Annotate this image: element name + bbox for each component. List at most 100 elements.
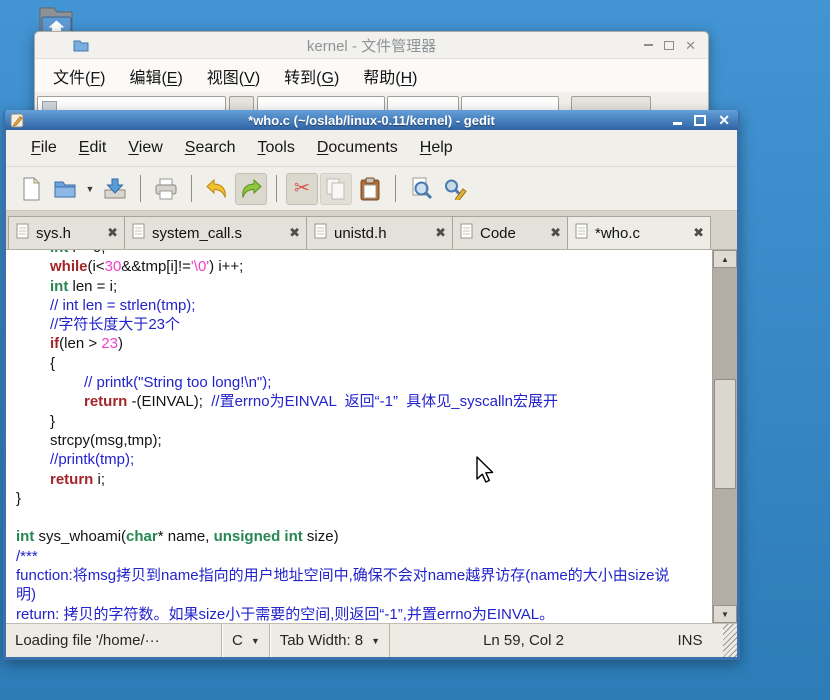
code-line: strcpy(msg,tmp); <box>6 431 712 450</box>
scrollbar-thumb[interactable] <box>714 379 736 489</box>
gedit-title: *who.c (~/oslab/linux-0.11/kernel) - ged… <box>5 113 738 128</box>
open-dropdown-icon[interactable]: ▼ <box>83 173 97 205</box>
code-line: while(i<30&&tmp[i]!='\0') i++; <box>6 257 712 276</box>
tab-label: sys.h <box>36 225 100 242</box>
menu-item-v[interactable]: 视图(V) <box>195 64 272 88</box>
minimize-button[interactable] <box>644 44 653 46</box>
insert-mode-indicator: INS <box>657 632 723 649</box>
gedit-menubar: FileEditViewSearchToolsDocumentsHelp <box>6 130 737 167</box>
code-line-partial: int i = 0; <box>6 250 712 257</box>
code-line: function:将msg拷贝到name指向的用户地址空间中,确保不会对name… <box>6 566 712 585</box>
code-line: // printk("String too long!\n"); <box>6 373 712 392</box>
code-line: return i; <box>6 470 712 489</box>
minimize-button[interactable] <box>673 122 682 125</box>
code-line: //printk(tmp); <box>6 450 712 469</box>
toolbar-separator <box>140 175 141 202</box>
maximize-button[interactable] <box>694 115 706 126</box>
save-button[interactable] <box>99 173 131 205</box>
menu-item-tools[interactable]: Tools <box>246 139 305 157</box>
tab-width-selector[interactable]: Tab Width: 8 ▼ <box>270 624 390 657</box>
code-line: 明) <box>6 585 712 604</box>
text-editor-area[interactable]: int i = 0;while(i<30&&tmp[i]!='\0') i++;… <box>6 250 712 623</box>
code-line: return -(EINVAL); //置errno为EINVAL 返回“-1”… <box>6 392 712 411</box>
tab-label: Code <box>480 225 543 242</box>
tab-label: system_call.s <box>152 225 282 242</box>
chevron-down-icon: ▼ <box>251 636 260 646</box>
tab-label: *who.c <box>595 225 686 242</box>
menu-item-search[interactable]: Search <box>174 139 247 157</box>
status-loading: Loading file '/home/··· <box>6 624 222 657</box>
status-bar: Loading file '/home/··· C ▼ Tab Width: 8… <box>6 623 737 657</box>
tab-who.c[interactable]: *who.c ✖ <box>568 216 711 249</box>
gedit-titlebar[interactable]: *who.c (~/oslab/linux-0.11/kernel) - ged… <box>5 110 738 130</box>
find-button[interactable] <box>405 173 437 205</box>
menu-item-e[interactable]: 编辑(E) <box>117 64 194 88</box>
tab-width-value: Tab Width: 8 <box>280 632 363 649</box>
tab-close-icon[interactable]: ✖ <box>435 225 446 241</box>
menu-item-help[interactable]: Help <box>409 139 464 157</box>
menu-item-documents[interactable]: Documents <box>306 139 409 157</box>
file-manager-title: kernel - 文件管理器 <box>35 35 708 56</box>
menu-item-f[interactable]: 文件(F) <box>41 64 117 88</box>
code-line: } <box>6 412 712 431</box>
copy-button[interactable] <box>320 173 352 205</box>
cut-button[interactable]: ✂ <box>286 173 318 205</box>
scrollbar-track[interactable] <box>713 268 737 605</box>
chevron-down-icon: ▼ <box>371 636 380 646</box>
gedit-toolbar: ▼✂ <box>6 167 737 211</box>
toolbar-separator <box>276 175 277 202</box>
tab-Code[interactable]: Code ✖ <box>453 216 568 249</box>
code-line: int len = i; <box>6 277 712 296</box>
document-icon <box>460 223 473 244</box>
paste-button[interactable] <box>354 173 386 205</box>
menu-item-file[interactable]: File <box>20 139 68 157</box>
menu-item-edit[interactable]: Edit <box>68 139 118 157</box>
close-button[interactable]: ✕ <box>718 113 730 127</box>
file-manager-titlebar[interactable]: kernel - 文件管理器 ✕ <box>35 32 708 59</box>
mouse-cursor <box>474 455 496 490</box>
document-icon <box>16 223 29 244</box>
maximize-button[interactable] <box>664 41 674 50</box>
new-button[interactable] <box>15 173 47 205</box>
document-icon <box>132 223 145 244</box>
tab-close-icon[interactable]: ✖ <box>550 225 561 241</box>
resize-grip[interactable] <box>723 624 737 657</box>
tab-bar: sys.h✖system_call.s✖unistd.h✖Code✖*who.c… <box>6 211 737 250</box>
vertical-scrollbar[interactable]: ▲ ▼ <box>712 250 737 623</box>
menu-item-view[interactable]: View <box>117 139 173 157</box>
tab-label: unistd.h <box>334 225 428 242</box>
code-line: } <box>6 489 712 508</box>
replace-button[interactable] <box>439 173 471 205</box>
undo-button[interactable] <box>201 173 233 205</box>
toolbar-separator <box>191 175 192 202</box>
document-icon <box>314 223 327 244</box>
scroll-down-button[interactable]: ▼ <box>713 605 737 623</box>
tab-system_call.s[interactable]: system_call.s ✖ <box>125 216 307 249</box>
code-line: // int len = strlen(tmp); <box>6 296 712 315</box>
close-button[interactable]: ✕ <box>685 39 696 52</box>
language-selector[interactable]: C ▼ <box>222 624 270 657</box>
tab-sys.h[interactable]: sys.h ✖ <box>8 216 125 249</box>
code-line: if(len > 23) <box>6 334 712 353</box>
code-line: int sys_whoami(char* name, unsigned int … <box>6 527 712 546</box>
menu-item-h[interactable]: 帮助(H) <box>351 64 429 88</box>
file-manager-menubar: 文件(F)编辑(E)视图(V)转到(G)帮助(H) <box>35 59 708 92</box>
desktop: { "file_manager": { "title": "kernel - 文… <box>0 0 830 700</box>
code-line: //字符长度大于23个 <box>6 315 712 334</box>
tab-unistd.h[interactable]: unistd.h ✖ <box>307 216 453 249</box>
tab-close-icon[interactable]: ✖ <box>289 225 300 241</box>
code-line: return: 拷贝的字符数。如果size小于需要的空间,则返回“-1”,并置e… <box>6 605 712 623</box>
print-button[interactable] <box>150 173 182 205</box>
code-line: /*** <box>6 547 712 566</box>
tab-close-icon[interactable]: ✖ <box>693 225 704 241</box>
menu-item-g[interactable]: 转到(G) <box>272 64 351 88</box>
gedit-window: *who.c (~/oslab/linux-0.11/kernel) - ged… <box>3 110 740 660</box>
scroll-up-button[interactable]: ▲ <box>713 250 737 268</box>
code-line: { <box>6 354 712 373</box>
tab-close-icon[interactable]: ✖ <box>107 225 118 241</box>
redo-button[interactable] <box>235 173 267 205</box>
language-value: C <box>232 632 243 649</box>
open-button[interactable] <box>49 173 81 205</box>
toolbar-separator <box>395 175 396 202</box>
editor-content: int i = 0;while(i<30&&tmp[i]!='\0') i++;… <box>6 250 737 623</box>
